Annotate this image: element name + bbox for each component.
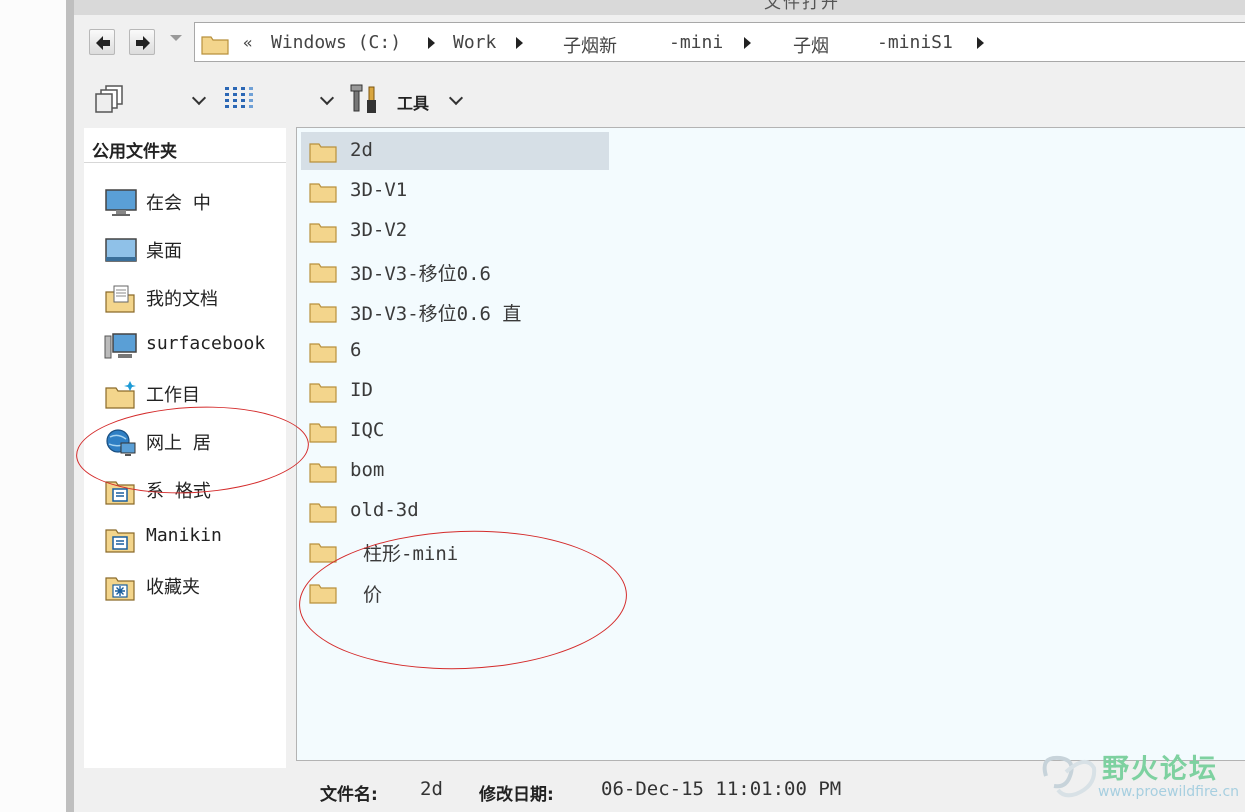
file-name: ID (350, 379, 373, 401)
list-item[interactable]: 3D-V1 (301, 172, 609, 210)
sidebar-item-label: 我的文档 (146, 289, 218, 310)
window-frame (66, 0, 74, 812)
view-list-icon[interactable] (224, 85, 254, 113)
list-item[interactable]: ID (301, 372, 609, 410)
modified-date-label: 修改日期: (479, 785, 554, 805)
file-name: 3D-V3-移位0.6 (350, 263, 491, 285)
sidebar-item-label: 收藏夹 (146, 577, 200, 598)
back-button[interactable] (89, 29, 115, 55)
sidebar-item-label: 工作目 (146, 385, 200, 406)
sidebar-item-favorites[interactable]: 收藏夹 (104, 570, 284, 602)
breadcrumb-arrow-icon[interactable] (977, 37, 984, 49)
view-dropdown-icon[interactable] (319, 90, 335, 106)
folder-icon (309, 263, 337, 283)
file-name: bom (350, 459, 385, 481)
watermark-title: 野火论坛 (1102, 754, 1218, 785)
tools-dropdown-icon[interactable] (448, 90, 464, 106)
list-item[interactable]: old-3d (301, 492, 609, 530)
filename-label: 文件名: (320, 785, 378, 805)
file-name: 3D-V1 (350, 179, 408, 201)
watermark-logo (1042, 755, 1097, 798)
breadcrumb-work[interactable]: Work (453, 32, 496, 53)
sidebar-item-label: surfacebook (146, 333, 266, 354)
background-window (0, 0, 66, 812)
folder-icon (309, 303, 337, 323)
folder-icon (309, 543, 337, 563)
arrow-left-icon (96, 36, 110, 50)
computer-icon (104, 333, 137, 359)
folder-icon (201, 36, 229, 55)
tools-icon[interactable] (349, 83, 383, 115)
sidebar-item-documents[interactable]: 我的文档 (104, 282, 284, 314)
sidebar-item-label: 桌面 (146, 241, 182, 262)
sidebar-divider (84, 162, 286, 163)
file-name: 2d (350, 139, 373, 161)
address-bar[interactable]: « Windows (C:) Work 子烟新 -mini 子烟 -miniS1 (194, 22, 1245, 62)
file-name: 6 (350, 339, 362, 361)
file-name: old-3d (350, 499, 419, 521)
window-title: 文件打开 (764, 0, 840, 13)
breadcrumb-arrow-icon[interactable] (744, 37, 751, 49)
sidebar-item-computer[interactable]: surfacebook (104, 330, 284, 362)
list-item[interactable]: 6 (301, 332, 609, 370)
monitor-icon (105, 189, 137, 216)
watermark-url: www.proewildfire.cn (1098, 784, 1240, 800)
modified-date-value: 06-Dec-15 11:01:00 PM (601, 778, 842, 800)
breadcrumb-folder-4[interactable]: -miniS1 (877, 32, 953, 53)
sidebar-item-desktop[interactable]: 桌面 (104, 234, 284, 266)
folder-icon (309, 463, 337, 483)
breadcrumb-overflow[interactable]: « (243, 33, 253, 52)
list-item[interactable]: 3D-V3-移位0.6 (301, 252, 609, 290)
forward-button[interactable] (129, 29, 155, 55)
list-item[interactable]: 3D-V2 (301, 212, 609, 250)
list-item[interactable]: 2d (301, 132, 609, 170)
sidebar-item-label: Manikin (146, 525, 222, 546)
organize-dropdown-icon[interactable] (191, 90, 207, 106)
file-name: IQC (350, 419, 385, 441)
list-item[interactable]: IQC (301, 412, 609, 450)
history-dropdown-icon[interactable] (169, 33, 183, 43)
breadcrumb-folder-2[interactable]: -mini (669, 32, 723, 53)
sidebar-item-session[interactable]: 在会 中 (104, 186, 284, 218)
working-directory-icon (105, 381, 136, 409)
sidebar-title: 公用文件夹 (92, 142, 177, 162)
list-item[interactable]: 3D-V3-移位0.6 直 (301, 292, 609, 330)
title-bar: 文件打开 (74, 0, 1245, 15)
folder-icon (309, 223, 337, 243)
folder-icon (309, 423, 337, 443)
favorites-icon (105, 577, 135, 601)
filename-value: 2d (420, 778, 443, 800)
documents-icon (105, 285, 135, 313)
folder-icon (309, 503, 337, 523)
folder-icon (309, 343, 337, 363)
organize-icon[interactable] (94, 84, 128, 114)
file-name: 3D-V2 (350, 219, 408, 241)
sidebar-item-label: 在会 中 (146, 193, 211, 214)
desktop-icon (105, 238, 137, 262)
folder-icon (309, 143, 337, 163)
manikin-folder-icon (105, 529, 135, 553)
file-name: 3D-V3-移位0.6 直 (350, 303, 522, 325)
folder-icon (309, 183, 337, 203)
breadcrumb-folder-3[interactable]: 子烟 (793, 32, 829, 58)
breadcrumb-arrow-icon[interactable] (516, 37, 523, 49)
breadcrumb-arrow-icon[interactable] (428, 37, 435, 49)
arrow-right-icon (136, 36, 150, 50)
breadcrumb-folder-1[interactable]: 子烟新 (563, 32, 617, 58)
folder-icon (309, 383, 337, 403)
sidebar-item-manikin[interactable]: Manikin (104, 522, 284, 554)
list-item[interactable]: bom (301, 452, 609, 490)
breadcrumb-drive[interactable]: Windows (C:) (271, 32, 401, 53)
sidebar-item-working-directory[interactable]: 工作目 (104, 378, 284, 410)
tools-menu-label[interactable]: 工具 (397, 90, 429, 114)
